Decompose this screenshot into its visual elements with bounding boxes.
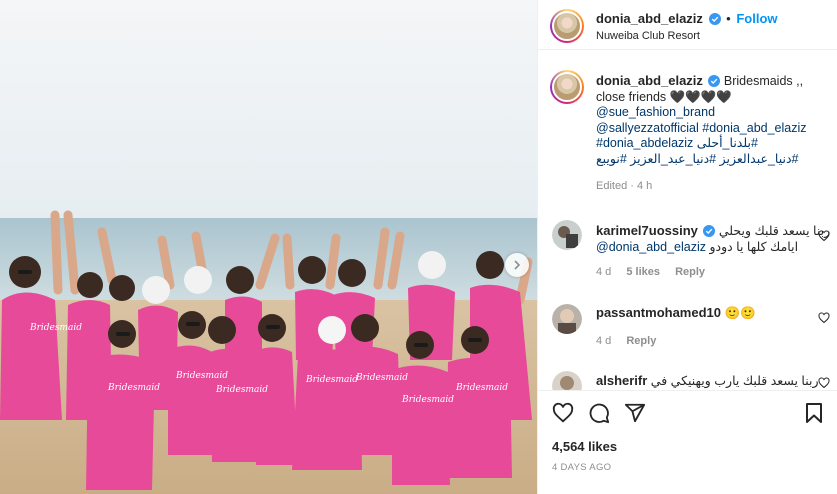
instagram-post: Bridesmaid Bridesmaid Bridesmaid Bridesm… <box>0 0 837 494</box>
comments-section[interactable]: donia_abd_elaziz Bridesmaids ,, close fr… <box>538 51 837 391</box>
separator-dot: • <box>726 11 731 26</box>
post-side-panel: donia_abd_elaziz • Follow Nuweiba Club R… <box>537 0 837 494</box>
comment-text: 🙂🙂 <box>724 306 756 320</box>
share-paper-plane-icon[interactable] <box>624 402 646 424</box>
mention-link[interactable]: @sallyezzatofficial <box>596 121 699 135</box>
like-comment-heart-icon[interactable] <box>818 312 830 324</box>
chevron-right-icon <box>514 260 521 270</box>
caption-text-line1: Bridesmaids ,, <box>723 74 804 88</box>
mention-link[interactable]: @donia_abd_elaziz <box>596 240 706 254</box>
svg-text:Bridesmaid: Bridesmaid <box>401 395 454 405</box>
comment-text: ربنا يسعد قلبك يارب ويهنيكي في <box>650 374 819 388</box>
post-header: donia_abd_elaziz • Follow Nuweiba Club R… <box>538 0 837 50</box>
like-comment-heart-icon[interactable] <box>818 377 830 389</box>
comment-time: 4 d <box>596 335 612 347</box>
comment-username[interactable]: alsherifr <box>596 373 647 388</box>
svg-text:Bridesmaid: Bridesmaid <box>175 371 228 381</box>
comment-username[interactable]: karimel7uossiny <box>596 223 698 238</box>
comment: karimel7uossiny ربنا يسعد قلبك ويحلي @do… <box>596 223 830 281</box>
verified-badge-icon <box>708 75 721 87</box>
comment: alsherifr ربنا يسعد قلبك يارب ويهنيكي في <box>596 373 819 388</box>
comment-text: ربنا يسعد قلبك ويحلي <box>718 224 831 238</box>
hashtag-link[interactable]: #بلدنا_أحلى <box>697 136 758 150</box>
caption: donia_abd_elaziz Bridesmaids ,, close fr… <box>596 73 828 195</box>
svg-text:Bridesmaid: Bridesmaid <box>455 383 508 393</box>
commenter-avatar[interactable] <box>552 371 582 390</box>
reply-button[interactable]: Reply <box>626 335 656 347</box>
caption-avatar[interactable] <box>550 70 584 104</box>
follow-button[interactable]: Follow <box>736 11 777 26</box>
commenter-avatar[interactable] <box>552 220 582 250</box>
hashtag-link[interactable]: #donia_abdelaziz <box>596 136 693 150</box>
beach-group-photo: Bridesmaid Bridesmaid Bridesmaid Bridesm… <box>0 0 537 494</box>
post-date: 4 DAYS AGO <box>552 462 612 473</box>
comment-text: ايامك كلها يا دودو <box>709 239 799 254</box>
next-photo-button[interactable] <box>505 253 529 277</box>
mention-link[interactable]: @sue_fashion_brand <box>596 105 828 121</box>
caption-time: Edited · 4 h <box>596 180 653 192</box>
comment-time: 4 d <box>596 266 612 278</box>
action-bar: 4,564 likes 4 DAYS AGO <box>538 392 837 494</box>
save-bookmark-icon[interactable] <box>804 402 824 424</box>
like-comment-heart-icon[interactable] <box>818 230 830 242</box>
svg-text:Bridesmaid: Bridesmaid <box>355 373 408 383</box>
comment: passantmohamed10 🙂🙂 4 d Reply <box>596 305 816 347</box>
verified-badge-icon <box>708 13 721 25</box>
hashtag-link[interactable]: #دنيا_عبدالعزيز #دنيا_عبد_العزيز #نويبع <box>596 152 828 168</box>
svg-text:Bridesmaid: Bridesmaid <box>305 375 358 385</box>
comment-username[interactable]: passantmohamed10 <box>596 305 721 320</box>
author-avatar[interactable] <box>550 9 584 43</box>
verified-badge-icon <box>703 225 716 237</box>
post-location[interactable]: Nuweiba Club Resort <box>596 30 700 42</box>
post-photo[interactable]: Bridesmaid Bridesmaid Bridesmaid Bridesm… <box>0 0 537 494</box>
commenter-avatar[interactable] <box>552 304 582 334</box>
comment-likes[interactable]: 5 likes <box>626 266 660 278</box>
likes-count[interactable]: 4,564 likes <box>552 439 617 454</box>
hashtag-link[interactable]: #donia_abd_elaziz <box>702 121 806 135</box>
author-username[interactable]: donia_abd_elaziz <box>596 11 703 26</box>
svg-text:Bridesmaid: Bridesmaid <box>29 323 82 333</box>
svg-text:Bridesmaid: Bridesmaid <box>215 385 268 395</box>
caption-username[interactable]: donia_abd_elaziz <box>596 73 703 88</box>
reply-button[interactable]: Reply <box>675 266 705 278</box>
comment-meta: 4 d Reply <box>596 335 816 347</box>
svg-text:Bridesmaid: Bridesmaid <box>107 383 160 393</box>
comment-bubble-icon[interactable] <box>588 402 610 424</box>
comment-meta: 4 d 5 likes Reply <box>596 265 816 281</box>
like-heart-icon[interactable] <box>552 402 574 424</box>
caption-text-line2: close friends 🖤🖤🖤🖤 <box>596 89 732 104</box>
